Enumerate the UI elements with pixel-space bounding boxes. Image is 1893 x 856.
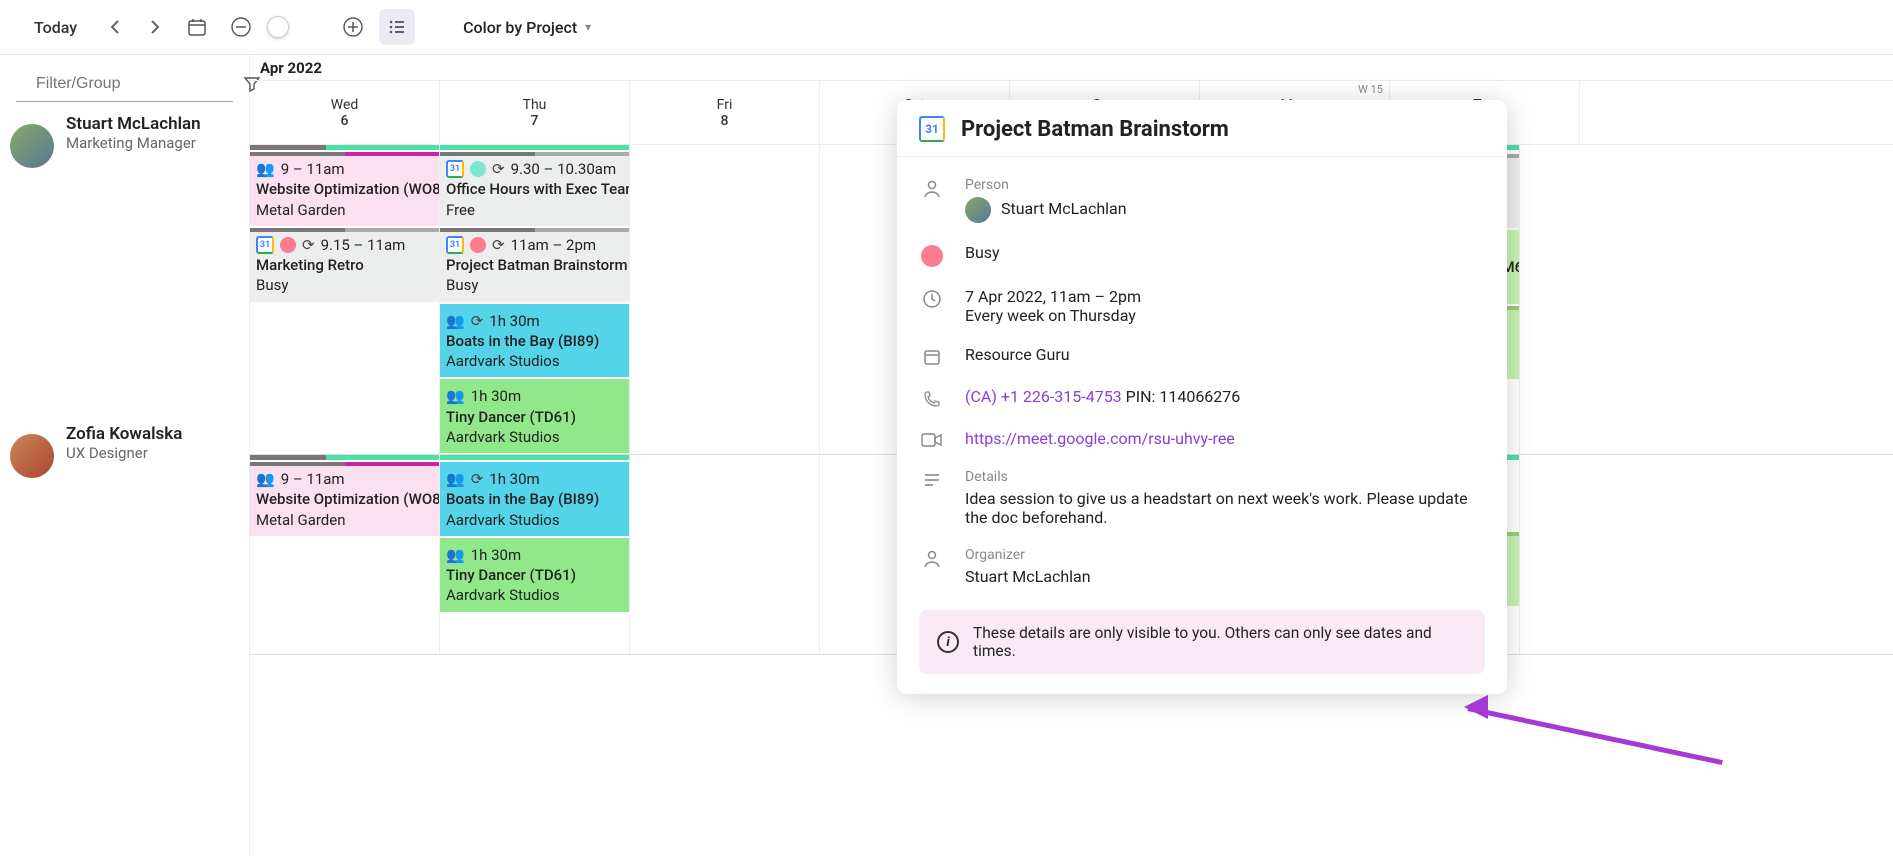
popup-title: Project Batman Brainstorm xyxy=(961,117,1229,142)
day-cell[interactable]: 👥⟳1h 30m Boats in the Bay (BI89) Aardvar… xyxy=(440,455,630,654)
event-tiny-dancer[interactable]: 👥1h 30m Tiny Dancer (TD61) Aardvark Stud… xyxy=(440,379,629,453)
zoom-out-button[interactable] xyxy=(223,9,259,45)
avatar xyxy=(10,434,54,478)
person-role: Marketing Manager xyxy=(66,134,201,152)
prev-button[interactable] xyxy=(99,11,131,43)
people-icon: 👥 xyxy=(256,469,275,489)
day-cell[interactable] xyxy=(630,455,820,654)
video-icon xyxy=(919,429,945,449)
event-office-hours[interactable]: 31⟳9.30 – 10.30am Office Hours with Exec… xyxy=(440,152,629,226)
busy-status-dot xyxy=(921,245,943,267)
day-header: Wed6 xyxy=(250,81,440,144)
chevron-right-icon xyxy=(149,19,161,35)
person-name: Zofia Kowalska xyxy=(66,424,182,444)
organizer-icon xyxy=(919,547,945,586)
repeat-icon: ⟳ xyxy=(471,469,484,489)
person-icon xyxy=(919,177,945,223)
people-icon: 👥 xyxy=(446,311,465,331)
today-button[interactable]: Today xyxy=(20,12,91,43)
phone-pin: PIN: 114066276 xyxy=(1122,387,1241,406)
day-cell[interactable] xyxy=(630,145,820,454)
status-dot xyxy=(470,237,486,253)
next-button[interactable] xyxy=(139,11,171,43)
people-icon: 👥 xyxy=(446,469,465,489)
calendar-source-icon xyxy=(919,345,945,367)
clock-icon xyxy=(919,287,945,325)
event-datetime: 7 Apr 2022, 11am – 2pm xyxy=(965,287,1485,306)
event-boats-bay[interactable]: 👥⟳1h 30m Boats in the Bay (BI89) Aardvar… xyxy=(440,462,629,536)
annotation-arrow xyxy=(1468,673,1728,738)
minus-circle-icon xyxy=(230,16,252,38)
zoom-slider[interactable] xyxy=(267,16,327,38)
gcal-icon: 31 xyxy=(919,116,945,142)
chevron-left-icon xyxy=(109,19,121,35)
zoom-in-button[interactable] xyxy=(335,9,371,45)
info-icon: i xyxy=(937,631,959,653)
person-name: Stuart McLachlan xyxy=(1001,199,1127,218)
notice-text: These details are only visible to you. O… xyxy=(973,624,1467,660)
day-cell[interactable]: 31⟳9.30 – 10.30am Office Hours with Exec… xyxy=(440,145,630,454)
people-icon: 👥 xyxy=(446,386,465,406)
day-cell[interactable]: 👥9 – 11am Website Optimization (WO8 Meta… xyxy=(250,145,440,454)
event-boats-bay[interactable]: 👥⟳1h 30m Boats in the Bay (BI89) Aardvar… xyxy=(440,304,629,378)
day-cell[interactable]: 👥9 – 11am Website Optimization (WO8 Meta… xyxy=(250,455,440,654)
details-text: Idea session to give us a headstart on n… xyxy=(965,489,1485,527)
color-by-label: Color by Project xyxy=(463,18,577,37)
calendar-grid: Apr 2022 Wed6 Thu7 Fri8 Sat9 Sun10 W 15M… xyxy=(250,55,1893,856)
people-icon: 👥 xyxy=(446,545,465,565)
month-label: Apr 2022 xyxy=(250,55,1893,81)
person-name: Stuart McLachlan xyxy=(66,114,201,134)
slider-thumb[interactable] xyxy=(267,16,289,38)
event-tiny-dancer[interactable]: 👥1h 30m Tiny Dancer (TD61) Aardvark Stud… xyxy=(440,538,629,612)
calendar-picker-button[interactable] xyxy=(179,9,215,45)
gcal-icon: 31 xyxy=(256,236,274,254)
organizer-label: Organizer xyxy=(965,547,1485,563)
repeat-icon: ⟳ xyxy=(492,159,505,179)
phone-icon xyxy=(919,387,945,409)
event-project-batman[interactable]: 31⟳11am – 2pm Project Batman Brainstorm … xyxy=(440,228,629,302)
details-icon xyxy=(919,469,945,527)
busy-status: Busy xyxy=(965,243,1485,267)
chevron-down-icon: ▾ xyxy=(585,20,591,34)
filter-input[interactable] xyxy=(36,75,243,93)
list-icon xyxy=(388,18,406,36)
plus-circle-icon xyxy=(342,16,364,38)
repeat-icon: ⟳ xyxy=(471,311,484,331)
repeat-icon: ⟳ xyxy=(302,235,315,255)
event-website-optimization[interactable]: 👥9 – 11am Website Optimization (WO8 Meta… xyxy=(250,462,439,536)
repeat-icon: ⟳ xyxy=(492,235,505,255)
status-dot xyxy=(470,161,486,177)
meet-link[interactable]: https://meet.google.com/rsu-uhvy-ree xyxy=(965,429,1235,448)
person-label: Person xyxy=(965,177,1485,193)
organizer-name: Stuart McLachlan xyxy=(965,567,1485,586)
list-view-button[interactable] xyxy=(379,9,415,45)
status-dot xyxy=(280,237,296,253)
calendar-icon xyxy=(187,17,207,37)
avatar xyxy=(10,124,54,168)
gcal-icon: 31 xyxy=(446,160,464,178)
person-role: UX Designer xyxy=(66,444,182,462)
sidebar: Stuart McLachlan Marketing Manager Zofia… xyxy=(0,55,250,856)
event-marketing-retro[interactable]: 31⟳9.15 – 11am Marketing Retro Busy xyxy=(250,228,439,302)
color-by-dropdown[interactable]: Color by Project ▾ xyxy=(463,18,591,37)
privacy-notice: i These details are only visible to you.… xyxy=(919,610,1485,674)
day-header: Fri8 xyxy=(630,81,820,144)
avatar xyxy=(965,197,991,223)
event-recurrence: Every week on Thursday xyxy=(965,306,1485,325)
people-icon: 👥 xyxy=(256,159,275,179)
filter-group-field[interactable] xyxy=(16,55,233,102)
event-detail-popup: 31 Project Batman Brainstorm Person Stua… xyxy=(897,100,1507,694)
day-header: Thu7 xyxy=(440,81,630,144)
phone-link[interactable]: (CA) +1 226-315-4753 xyxy=(965,387,1122,406)
details-label: Details xyxy=(965,469,1485,485)
gcal-icon: 31 xyxy=(446,236,464,254)
person-row-stuart[interactable]: Stuart McLachlan Marketing Manager xyxy=(0,102,249,412)
event-website-optimization[interactable]: 👥9 – 11am Website Optimization (WO8 Meta… xyxy=(250,152,439,226)
person-row-zofia[interactable]: Zofia Kowalska UX Designer xyxy=(0,412,249,612)
calendar-source: Resource Guru xyxy=(965,345,1485,367)
toolbar: Today Color by Project ▾ xyxy=(0,0,1893,55)
